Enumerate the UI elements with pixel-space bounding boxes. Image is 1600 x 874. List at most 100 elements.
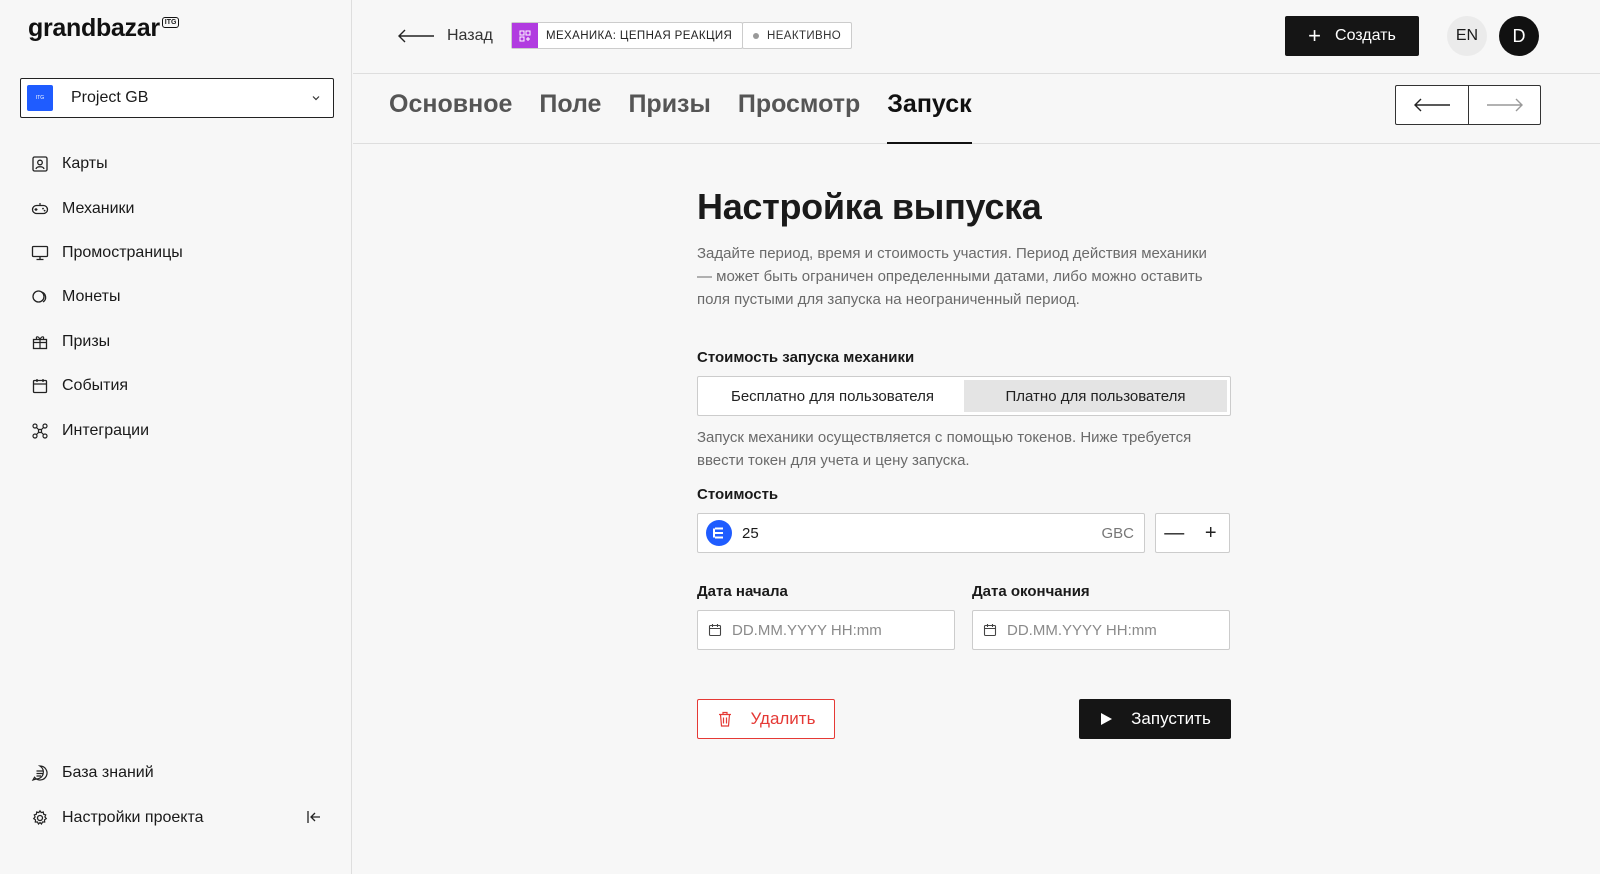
sidebar-nav: Карты Механики Промостраницы Монеты Приз… [20,142,334,453]
end-date-group: Дата окончания [972,583,1230,650]
step-navigation [1395,85,1541,125]
release-settings-form: Настройка выпуска Задайте период, время … [697,186,1231,739]
start-date-label: Дата начала [697,583,788,600]
increment-button[interactable]: + [1193,514,1230,552]
start-date-field[interactable] [697,610,955,650]
sidebar-item-promopages[interactable]: Промостраницы [20,231,334,275]
cost-label: Стоимость [697,486,779,503]
decrement-button[interactable]: — [1156,514,1193,552]
monitor-icon [30,243,50,263]
gear-icon [30,808,50,828]
project-select[interactable]: ITG Project GB [20,78,334,118]
language-button[interactable]: EN [1447,16,1487,56]
chat-doc-icon [30,763,50,783]
sidebar-item-label: Промостраницы [62,243,183,261]
tab-preview[interactable]: Просмотр [738,74,860,144]
create-label: Создать [1335,27,1396,44]
cost-row: 25 GBC — + [697,513,1231,553]
start-date-group: Дата начала [697,583,955,650]
sidebar-item-mechanics[interactable]: Механики [20,186,334,230]
tab-prizes[interactable]: Призы [628,74,710,144]
launch-button[interactable]: Запустить [1079,699,1231,739]
mechanic-grid-icon [512,23,538,48]
sidebar-item-cards[interactable]: Карты [20,142,334,186]
cost-mode-toggle: Бесплатно для пользователя Платно для по… [697,376,1231,416]
end-date-label: Дата окончания [972,583,1090,600]
sidebar-item-label: События [62,377,129,395]
create-button[interactable]: + Создать [1285,16,1419,56]
sidebar-item-label: Механики [62,199,135,217]
sidebar-item-label: Настройки проекта [62,808,204,826]
chevron-down-icon [312,96,320,101]
sidebar-item-label: Монеты [62,288,121,306]
sidebar-item-events[interactable]: События [20,364,334,408]
mechanic-badge: МЕХАНИКА: ЦЕПНАЯ РЕАКЦИЯ [511,22,744,49]
sidebar-item-knowledge-base[interactable]: База знаний [20,751,334,795]
status-dot-icon [753,32,759,39]
gift-icon [30,332,50,352]
date-range: Дата начала Дата окончания [697,583,1231,650]
trash-icon [718,711,731,727]
project-name: Project GB [71,89,149,106]
plus-icon: + [1308,23,1322,48]
gamepad-icon [30,199,50,219]
sidebar-item-label: База знаний [62,764,154,782]
calendar-icon [30,376,50,396]
collapse-sidebar-icon[interactable] [304,807,324,827]
cost-mode-label: Стоимость запуска механики [697,349,915,366]
page-title: Настройка выпуска [697,186,1042,227]
logo-badge: ITG [161,17,180,28]
sidebar-item-prizes[interactable]: Призы [20,320,334,364]
tab-main[interactable]: Основное [389,74,512,144]
status-badge: НЕАКТИВНО [742,22,853,49]
cost-value: 25 [742,524,759,542]
cost-hint: Запуск механики осуществляется с помощью… [697,429,1192,469]
end-date-input[interactable] [1007,621,1207,639]
arrow-right-icon [1486,98,1523,112]
tab-field[interactable]: Поле [539,74,601,144]
portrait-card-icon [30,154,50,174]
tabs: Основное Поле Призы Просмотр Запуск [389,74,999,144]
prev-step-button[interactable] [1396,86,1468,124]
arrow-left-icon [398,29,434,43]
sidebar-item-label: Призы [62,332,111,350]
start-date-input[interactable] [732,621,932,639]
logo-text: grandbazar [28,14,160,42]
coins-icon [30,287,50,307]
calendar-icon [708,624,722,637]
play-icon [1101,713,1113,725]
cost-mode-paid-option[interactable]: Платно для пользователя [964,380,1227,412]
next-step-button[interactable] [1468,86,1540,124]
tab-launch[interactable]: Запуск [887,74,973,144]
sidebar-item-label: Интеграции [62,421,150,439]
delete-button[interactable]: Удалить [697,699,835,739]
delete-label: Удалить [750,709,816,728]
sidebar-item-label: Карты [62,155,108,173]
arrow-left-icon [1414,98,1450,112]
back-button[interactable]: Назад [397,22,493,50]
sidebar-item-integrations[interactable]: Интеграции [20,408,334,452]
back-label: Назад [447,27,493,44]
launch-label: Запустить [1131,709,1211,728]
sidebar-item-coins[interactable]: Монеты [20,275,334,319]
project-logo: ITG [27,85,53,111]
end-date-field[interactable] [972,610,1230,650]
app-logo[interactable]: grandbazar ITG [28,14,180,43]
sidebar-bottom-nav: База знаний Настройки проекта [20,751,334,840]
quantity-stepper: — + [1155,513,1230,553]
tabs-bar: Основное Поле Призы Просмотр Запуск [353,74,1600,144]
token-icon [706,520,732,546]
nodes-icon [30,421,50,441]
sidebar: grandbazar ITG ITG Project GB Карты Меха… [0,0,352,874]
sidebar-item-project-settings[interactable]: Настройки проекта [20,795,334,839]
cost-mode-free-option[interactable]: Бесплатно для пользователя [701,380,964,412]
avatar[interactable]: D [1499,16,1539,56]
cost-unit: GBC [1101,524,1134,542]
status-label: НЕАКТИВНО [767,29,842,42]
page-description: Задайте период, время и стоимость участи… [697,245,1207,308]
top-bar: Назад МЕХАНИКА: ЦЕПНАЯ РЕАКЦИЯ НЕАКТИВНО… [353,0,1600,74]
cost-input[interactable]: 25 GBC [697,513,1145,553]
form-actions: Удалить Запустить [697,699,1231,739]
mechanic-badge-label: МЕХАНИКА: ЦЕПНАЯ РЕАКЦИЯ [546,29,733,42]
calendar-icon [983,624,997,637]
